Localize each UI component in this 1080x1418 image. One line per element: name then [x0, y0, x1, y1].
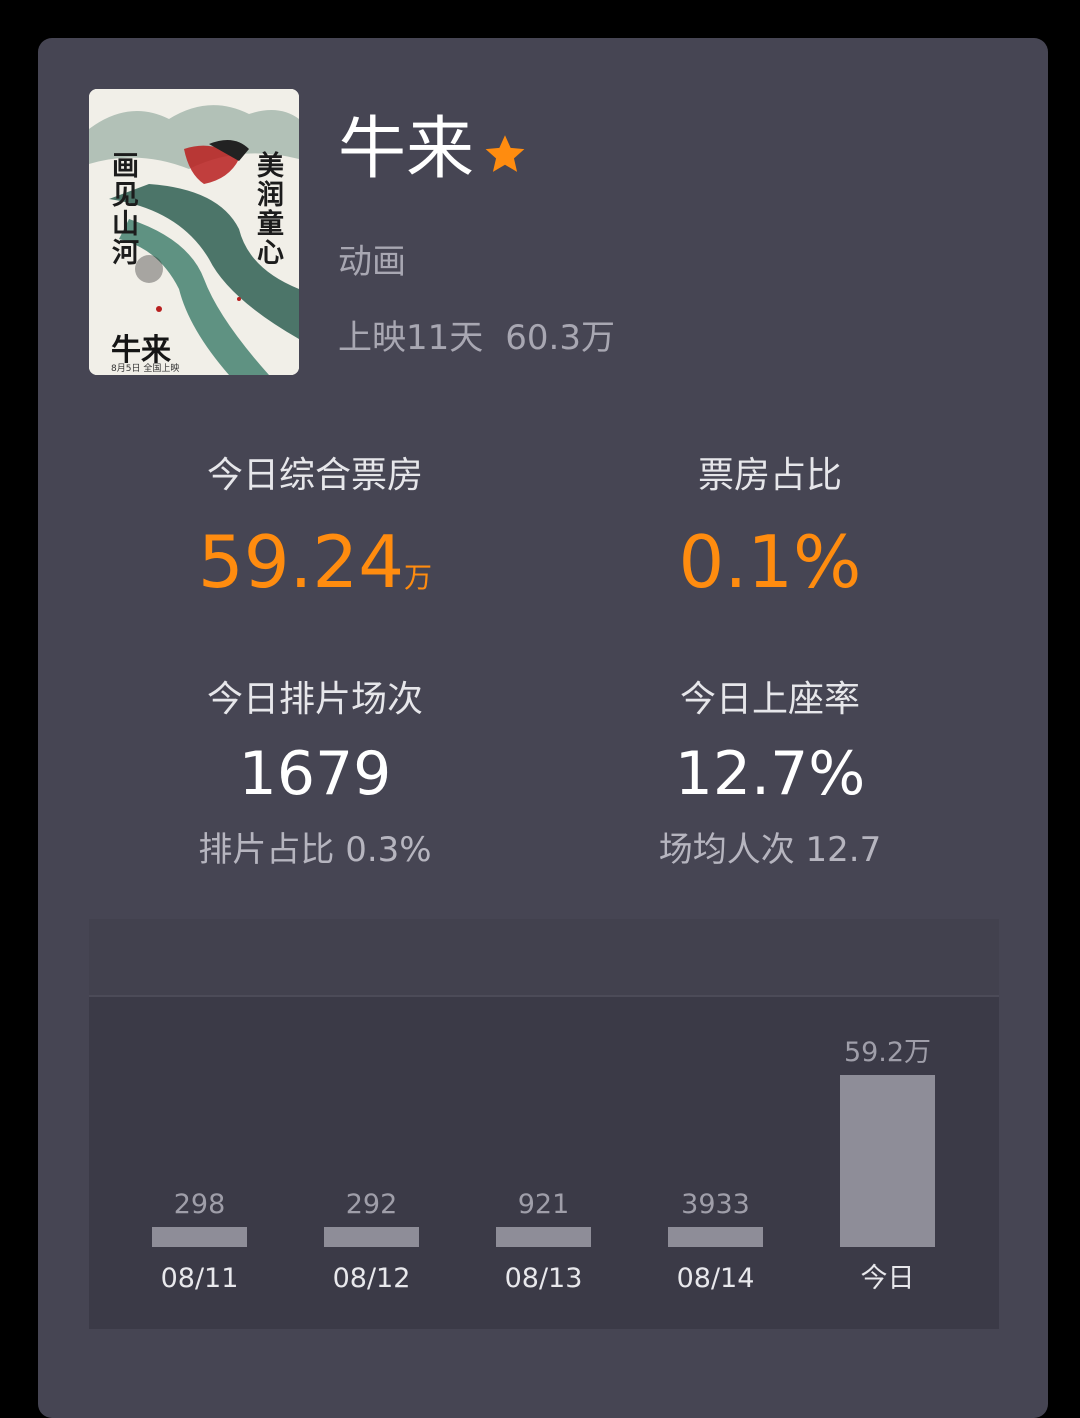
stat-box-office: 今日综合票房 59.24万 — [138, 446, 492, 598]
chart-value-label: 3933 — [681, 1189, 750, 1220]
box-office-number: 59.24 — [197, 520, 405, 604]
chart-svg: 298 08/11 292 08/12 921 08/13 3933 08/14 59.2万今日 — [152, 1037, 935, 1294]
stat-label-shows: 今日排片场次 — [206, 679, 423, 720]
movie-card: 画见山河 美润童心 牛来 8月5日 全国上映 牛来 动画 上映11天 60.3万 … — [38, 38, 1048, 1418]
title-row: 牛来 — [338, 116, 530, 184]
stat-occupancy: 今日上座率 12.7% 场均人次 12.7 — [598, 670, 942, 871]
poster-date: 8月5日 全国上映 — [111, 364, 180, 374]
chart-value-label: 59.2万 — [844, 1037, 931, 1068]
stat-label-box-share: 票房占比 — [697, 455, 842, 496]
chart-bar[interactable] — [496, 1227, 591, 1247]
release-days: 上映11天 — [338, 318, 484, 358]
shows-value: 1679 — [238, 739, 392, 809]
chart-value-label: 292 — [346, 1189, 398, 1220]
chart-value-label: 298 — [174, 1189, 226, 1220]
stat-label-occupancy: 今日上座率 — [679, 679, 860, 720]
chart-category-label: 08/11 — [161, 1263, 239, 1294]
movie-title[interactable]: 牛来 — [338, 116, 474, 184]
stat-shows: 今日排片场次 1679 排片占比 0.3% — [138, 670, 492, 871]
chart-bar[interactable] — [840, 1075, 935, 1247]
poster-right-calligraphy: 美润童心 — [252, 151, 283, 267]
avg-viewers: 场均人次 12.7 — [658, 830, 882, 870]
occupancy-value: 12.7% — [674, 739, 866, 809]
box-share-value: 0.1% — [678, 520, 862, 604]
chart-bar[interactable] — [668, 1227, 763, 1247]
chart-value-label: 921 — [518, 1189, 570, 1220]
chart-category-label: 08/12 — [333, 1263, 411, 1294]
release-info: 上映11天 60.3万 — [338, 310, 637, 359]
stat-label-box-office: 今日综合票房 — [206, 455, 423, 496]
chart-bar[interactable] — [324, 1227, 419, 1247]
movie-genre: 动画 — [338, 242, 406, 282]
poster-left-calligraphy: 画见山河 — [107, 151, 138, 267]
box-office-unit: 万 — [404, 561, 433, 594]
movie-poster[interactable]: 画见山河 美润童心 牛来 8月5日 全国上映 — [89, 89, 299, 375]
chart-category-label: 今日 — [861, 1263, 915, 1294]
box-office-value: 59.24万 — [138, 526, 492, 598]
chart-bar[interactable] — [152, 1227, 247, 1247]
shows-share: 排片占比 0.3% — [198, 830, 432, 870]
star-icon[interactable] — [480, 130, 530, 180]
chart-category-label: 08/14 — [677, 1263, 755, 1294]
stat-box-share: 票房占比 0.1% — [598, 446, 942, 598]
chart-category-label: 08/13 — [505, 1263, 583, 1294]
total-box-office: 60.3万 — [505, 318, 615, 358]
box-office-trend-chart: 298 08/11 292 08/12 921 08/13 3933 08/14 59.2万今日 — [89, 919, 999, 1329]
